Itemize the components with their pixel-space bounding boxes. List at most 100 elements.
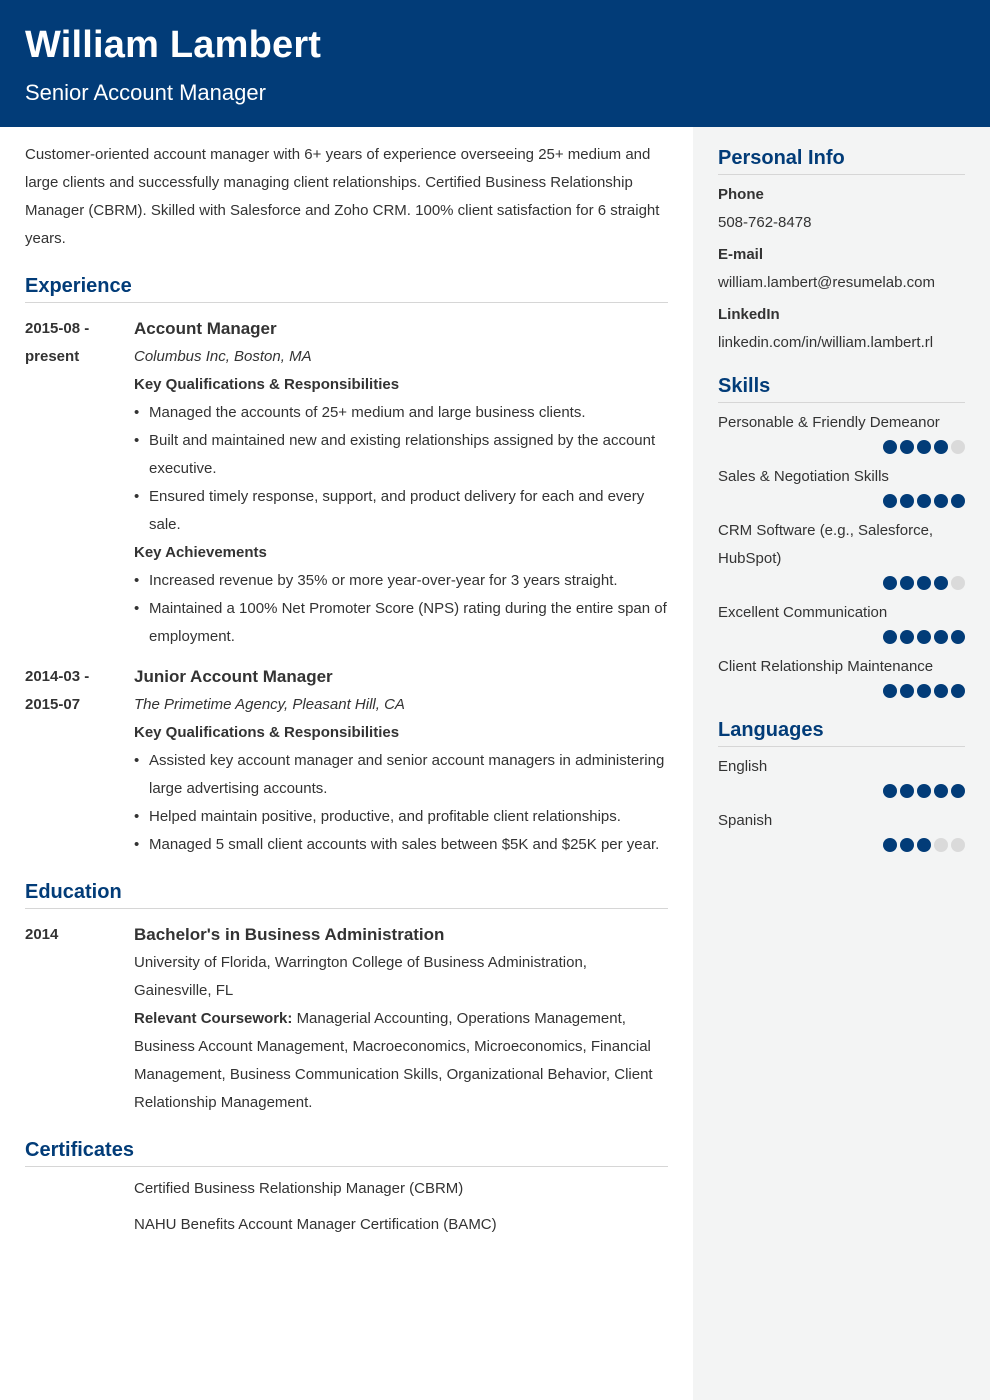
sidebar: Personal Info Phone 508-762-8478 E-mail … [693, 127, 990, 1400]
education-section: Education 2014 Bachelor's in Business Ad… [25, 881, 668, 1117]
rating-dot-filled [900, 838, 914, 852]
qualifications-list: Managed the accounts of 25+ medium and l… [134, 399, 668, 539]
list-item: Ensured timely response, support, and pr… [134, 483, 668, 539]
rating-dot-filled [900, 576, 914, 590]
rating-dot-filled [883, 684, 897, 698]
rating-dot-filled [900, 684, 914, 698]
resume-header: William Lambert Senior Account Manager [0, 0, 990, 127]
education-heading: Education [25, 881, 668, 909]
rating-dot-filled [917, 440, 931, 454]
certificates-section: Certificates Certified Business Relation… [25, 1139, 668, 1243]
rating-dots [718, 681, 965, 701]
experience-heading: Experience [25, 275, 668, 303]
languages-heading: Languages [718, 719, 965, 747]
date-end: 2015-07 [25, 696, 81, 713]
rating-dot-empty [951, 576, 965, 590]
skill-item: CRM Software (e.g., Salesforce, HubSpot) [718, 517, 965, 593]
language-item-name: English [718, 758, 768, 775]
skill-item-name: Personable & Friendly Demeanor [718, 414, 940, 431]
linkedin-value[interactable]: linkedin.com/in/william.lambert.rl [718, 329, 965, 357]
rating-dots [718, 835, 965, 855]
list-item: Helped maintain positive, productive, an… [134, 803, 668, 831]
list-item: Managed 5 small client accounts with sal… [134, 831, 668, 859]
degree: Bachelor's in Business Administration [134, 925, 445, 944]
date-start: 2015-08 - [25, 320, 90, 337]
job-role: Junior Account Manager [134, 667, 333, 686]
skill-item-name: CRM Software (e.g., Salesforce, HubSpot) [718, 522, 934, 567]
coursework-label: Relevant Coursework: [134, 1010, 293, 1027]
rating-dots [718, 781, 965, 801]
achievements-list: Increased revenue by 35% or more year-ov… [134, 567, 668, 651]
qualifications-heading: Key Qualifications & Responsibilities [134, 376, 400, 393]
rating-dot-filled [883, 784, 897, 798]
achievements-heading: Key Achievements [134, 544, 267, 561]
rating-dots [718, 437, 965, 457]
company: Columbus Inc, Boston, MA [134, 348, 312, 365]
email-value[interactable]: william.lambert@resumelab.com [718, 269, 965, 297]
rating-dot-filled [883, 494, 897, 508]
language-item: English [718, 753, 965, 801]
skill-item-name: Client Relationship Maintenance [718, 658, 934, 675]
skills-section: Skills Personable & Friendly Demeanor Sal… [718, 375, 965, 701]
company: The Primetime Agency, Pleasant Hill, CA [134, 696, 405, 713]
rating-dot-filled [900, 440, 914, 454]
education-entry: 2014 Bachelor's in Business Administrati… [25, 921, 668, 1117]
rating-dot-filled [883, 630, 897, 644]
skill-item: Excellent Communication [718, 599, 965, 647]
rating-dot-filled [951, 684, 965, 698]
rating-dot-empty [934, 838, 948, 852]
email-label: E-mail [718, 246, 764, 263]
language-item: Spanish [718, 807, 965, 855]
rating-dot-filled [900, 784, 914, 798]
list-item: Built and maintained new and existing re… [134, 427, 668, 483]
job-role: Account Manager [134, 319, 277, 338]
rating-dots [718, 627, 965, 647]
qualifications-heading: Key Qualifications & Responsibilities [134, 724, 400, 741]
skill-item: Sales & Negotiation Skills [718, 463, 965, 511]
rating-dot-filled [900, 630, 914, 644]
experience-date: 2015-08 - present [25, 315, 134, 651]
school: University of Florida, Warrington Colleg… [134, 954, 587, 999]
list-item: Assisted key account manager and senior … [134, 747, 668, 803]
rating-dot-filled [917, 494, 931, 508]
experience-date: 2014-03 - 2015-07 [25, 663, 134, 859]
rating-dot-filled [917, 784, 931, 798]
qualifications-list: Assisted key account manager and senior … [134, 747, 668, 859]
rating-dot-filled [917, 838, 931, 852]
rating-dot-filled [883, 440, 897, 454]
rating-dot-empty [951, 838, 965, 852]
skill-item-name: Sales & Negotiation Skills [718, 468, 889, 485]
skill-item: Personable & Friendly Demeanor [718, 409, 965, 457]
experience-entry: 2014-03 - 2015-07 Junior Account Manager… [25, 663, 668, 859]
skill-item-name: Excellent Communication [718, 604, 888, 621]
list-item: Maintained a 100% Net Promoter Score (NP… [134, 595, 668, 651]
language-item-name: Spanish [718, 812, 773, 829]
candidate-name: William Lambert [25, 24, 322, 66]
rating-dot-filled [934, 630, 948, 644]
rating-dot-empty [951, 440, 965, 454]
rating-dot-filled [900, 494, 914, 508]
candidate-title: Senior Account Manager [25, 80, 266, 105]
rating-dot-filled [951, 784, 965, 798]
certificate-item: NAHU Benefits Account Manager Certificat… [134, 1216, 497, 1233]
rating-dot-filled [917, 684, 931, 698]
list-item: Increased revenue by 35% or more year-ov… [134, 567, 668, 595]
coursework: Relevant Coursework: Managerial Accounti… [134, 1005, 668, 1117]
rating-dots [718, 491, 965, 511]
date-end: present [25, 348, 80, 365]
rating-dot-filled [951, 494, 965, 508]
skill-item: Client Relationship Maintenance [718, 653, 965, 701]
certificates-heading: Certificates [25, 1139, 668, 1167]
languages-section: Languages English Spanish [718, 719, 965, 855]
education-date: 2014 [25, 926, 59, 943]
rating-dot-filled [934, 494, 948, 508]
rating-dot-filled [917, 576, 931, 590]
list-item: Managed the accounts of 25+ medium and l… [134, 399, 668, 427]
linkedin-label: LinkedIn [718, 306, 780, 323]
rating-dot-filled [883, 576, 897, 590]
rating-dot-filled [934, 784, 948, 798]
rating-dot-filled [934, 440, 948, 454]
rating-dot-filled [883, 838, 897, 852]
rating-dot-filled [951, 630, 965, 644]
rating-dot-filled [934, 684, 948, 698]
